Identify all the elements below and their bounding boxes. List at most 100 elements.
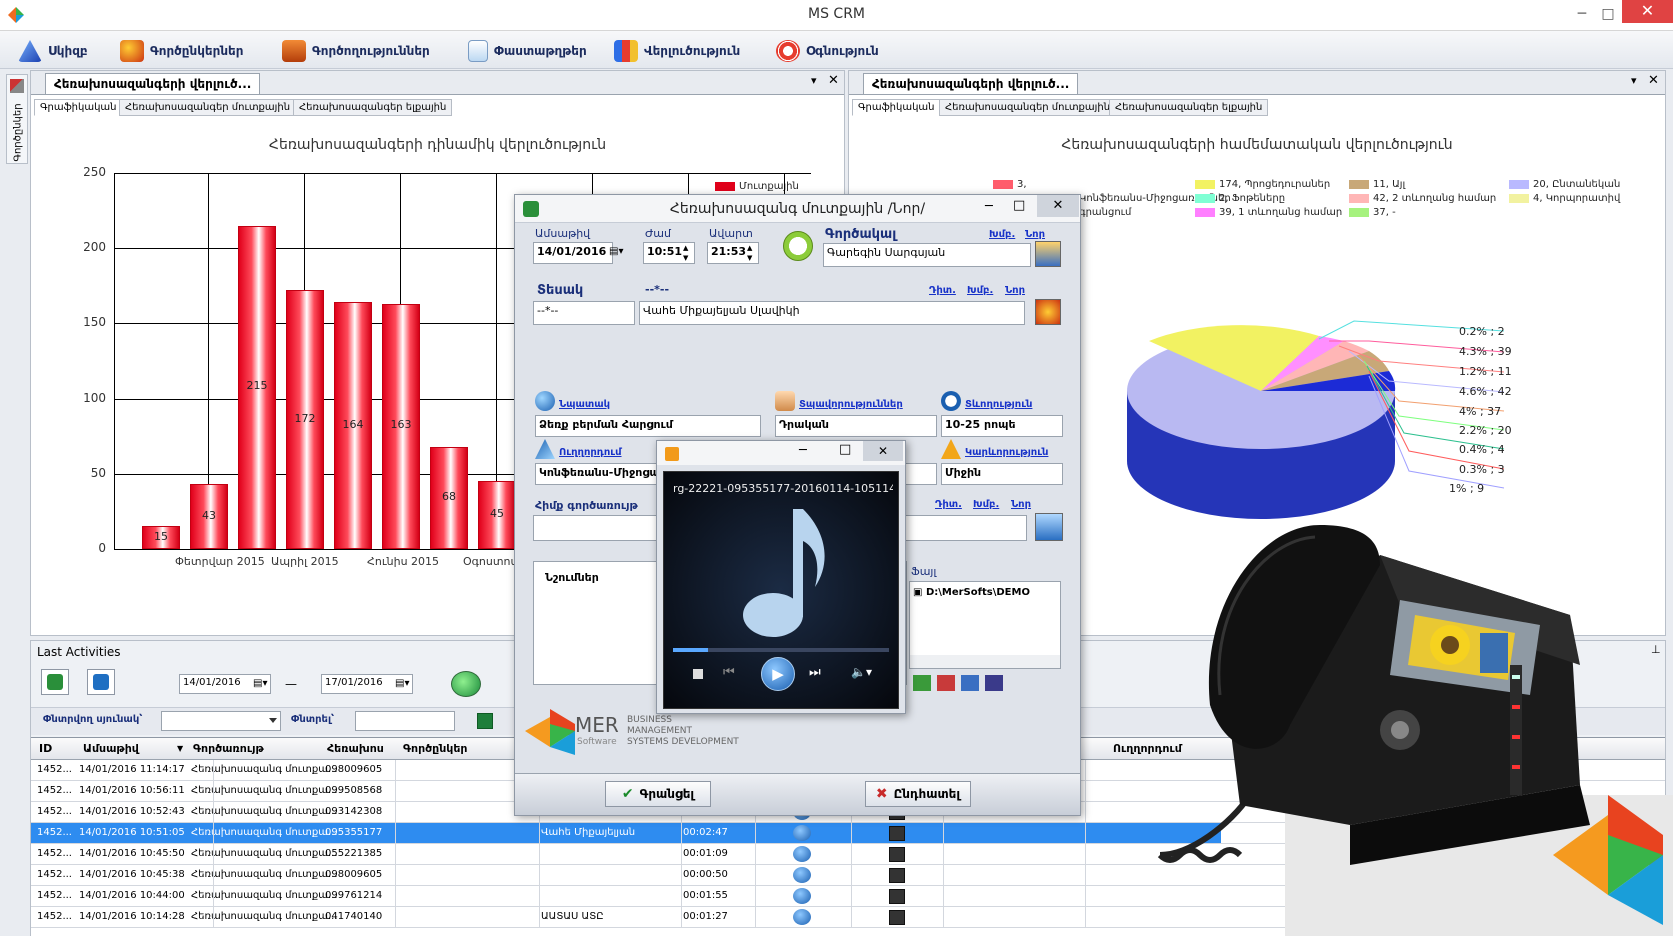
player-volume-icon[interactable]: 🔈▾ [851, 665, 872, 679]
date-to-picker[interactable]: ▤▾ [395, 678, 409, 689]
maximize-button[interactable]: □ [1596, 4, 1620, 24]
purpose-select[interactable]: Ձեռք բերման Հարցում [535, 415, 761, 437]
col-operation[interactable]: Գործառույթ [193, 742, 264, 755]
duration-icon [941, 391, 961, 411]
y-tick-label: 0 [98, 541, 106, 555]
filter-column-label: Փնտրվող սյունակ՝ [43, 714, 143, 725]
operator-view-link[interactable]: Դիտ. [935, 499, 962, 510]
grid-column-divider [395, 865, 396, 886]
attach-edit-icon[interactable] [985, 675, 1003, 691]
employee-edit-link[interactable]: Խմբ. [989, 229, 1015, 240]
grid-column-divider [681, 823, 682, 844]
save-record-icon[interactable] [889, 826, 905, 841]
file-label: Ֆայլ [911, 565, 937, 578]
cell-phone: 055221385 [325, 848, 383, 859]
mer-tagline-2: MANAGEMENT [627, 726, 692, 736]
menu-documents[interactable]: Փաստաթղթեր [468, 40, 587, 62]
player-next-button[interactable]: ⏭ [809, 665, 821, 680]
play-record-icon[interactable] [793, 909, 811, 925]
cell-date: 14/01/2016 10:45:38 [79, 869, 185, 880]
search-input[interactable] [355, 711, 455, 731]
play-record-icon[interactable] [793, 846, 811, 862]
incoming-call-button[interactable] [41, 669, 69, 695]
player-seek-bar[interactable] [673, 648, 889, 652]
attach-add-icon[interactable] [913, 675, 931, 691]
grid-column-divider [213, 865, 214, 886]
date-field[interactable]: 14/01/2016 [533, 242, 613, 264]
cancel-button[interactable]: ✖ Ընդհատել [865, 781, 971, 807]
grid-column-divider [681, 844, 682, 865]
player-stop-button[interactable] [693, 669, 703, 679]
menu-home[interactable]: Սկիզբ [18, 40, 88, 62]
refresh-button[interactable] [451, 671, 481, 697]
save-record-icon[interactable] [889, 889, 905, 904]
player-play-button[interactable]: ▶ [761, 657, 795, 691]
outgoing-call-button[interactable] [87, 669, 115, 695]
mer-logo-subtext: Software [577, 737, 617, 747]
briefcase-icon [282, 40, 306, 62]
file-scrollbar[interactable] [910, 655, 1060, 668]
impression-select[interactable]: Դրական [775, 415, 937, 437]
file-item[interactable]: ▣ D:\MerSofts\DEMO [913, 587, 1057, 598]
player-close-button[interactable]: ✕ [863, 441, 903, 461]
type-select[interactable]: --*-- [533, 301, 635, 325]
operator-new-link[interactable]: Նոր [1011, 499, 1031, 510]
contact-edit-link[interactable]: Խմբ. [967, 285, 993, 296]
globe-icon [535, 391, 555, 411]
excel-export-icon[interactable] [477, 713, 493, 729]
filter-column-select[interactable] [161, 711, 281, 731]
bar-value-label: 45 [490, 507, 504, 521]
date-picker-button[interactable]: ▤▾ [609, 246, 623, 257]
employee-new-link[interactable]: Նոր [1025, 229, 1045, 240]
dialog-maximize-button[interactable]: □ [1013, 198, 1025, 213]
priority-select[interactable]: Միջին [941, 463, 1063, 485]
col-id[interactable]: ID [39, 742, 52, 755]
lifebuoy-icon [776, 40, 800, 62]
y-gridline [114, 173, 811, 174]
operator-edit-link[interactable]: Խմբ. [973, 499, 999, 510]
save-button[interactable]: ✔ Գրանցել [605, 781, 711, 807]
player-prev-button[interactable]: ⏮ [723, 665, 735, 680]
dialog-close-button[interactable]: ✕ [1037, 195, 1079, 217]
employee-field[interactable]: Գարեգին Սարգսյան [823, 243, 1031, 267]
play-record-icon[interactable] [793, 888, 811, 904]
y-tick-label: 150 [83, 315, 106, 330]
operator-lookup-button[interactable] [1035, 513, 1063, 541]
play-record-icon[interactable] [793, 825, 811, 841]
grid-column-divider [395, 760, 396, 781]
minimize-button[interactable]: ─ [1570, 4, 1594, 24]
save-record-icon[interactable] [889, 868, 905, 883]
employee-lookup-button[interactable] [1035, 241, 1061, 267]
end-time-spinner[interactable]: ▲ ▼ [747, 243, 752, 263]
menu-partners[interactable]: Գործընկերներ [120, 40, 243, 62]
save-record-icon[interactable] [889, 910, 905, 925]
col-date[interactable]: Ամսաթիվ [83, 742, 139, 755]
cell-dur: 00:02:47 [683, 827, 728, 838]
dialog-minimize-button[interactable]: ─ [985, 199, 993, 214]
contact-view-link[interactable]: Դիտ. [929, 285, 956, 296]
player-filename: rg-22221-095355177-20160114-105114-1... [673, 482, 893, 495]
start-time-spinner[interactable]: ▲ ▼ [683, 243, 688, 263]
menu-analysis[interactable]: Վերլուծություն [614, 40, 740, 62]
grid-column-divider [1085, 760, 1086, 781]
duration-select[interactable]: 10-25 րոպե [941, 415, 1063, 437]
player-maximize-button[interactable]: □ [839, 442, 851, 457]
contact-lookup-button[interactable] [1035, 299, 1061, 325]
col-phone[interactable]: Հեռախոս [327, 742, 384, 755]
cell-partner: Վահե Միքայելյան [541, 827, 636, 838]
player-minimize-button[interactable]: ─ [799, 443, 807, 458]
side-tab-partner[interactable]: Գործընկեր [13, 100, 24, 166]
menu-help[interactable]: Օգնություն [776, 40, 879, 62]
save-record-icon[interactable] [889, 847, 905, 862]
attach-remove-icon[interactable] [937, 675, 955, 691]
col-partner[interactable]: Գործընկեր [403, 742, 467, 755]
date-from-picker[interactable]: ▤▾ [253, 678, 267, 689]
contact-field[interactable]: Վահե Միքայելյան Սլավիկի [639, 301, 1025, 325]
menu-actions[interactable]: Գործողություններ [282, 40, 430, 62]
play-record-icon[interactable] [793, 867, 811, 883]
contact-new-link[interactable]: Նոր [1005, 285, 1025, 296]
type-value: --*-- [645, 283, 670, 296]
close-button[interactable]: ✕ [1622, 0, 1673, 23]
pie-slice-label: 4.3% ; 39 [1459, 345, 1512, 358]
attach-view-icon[interactable] [961, 675, 979, 691]
